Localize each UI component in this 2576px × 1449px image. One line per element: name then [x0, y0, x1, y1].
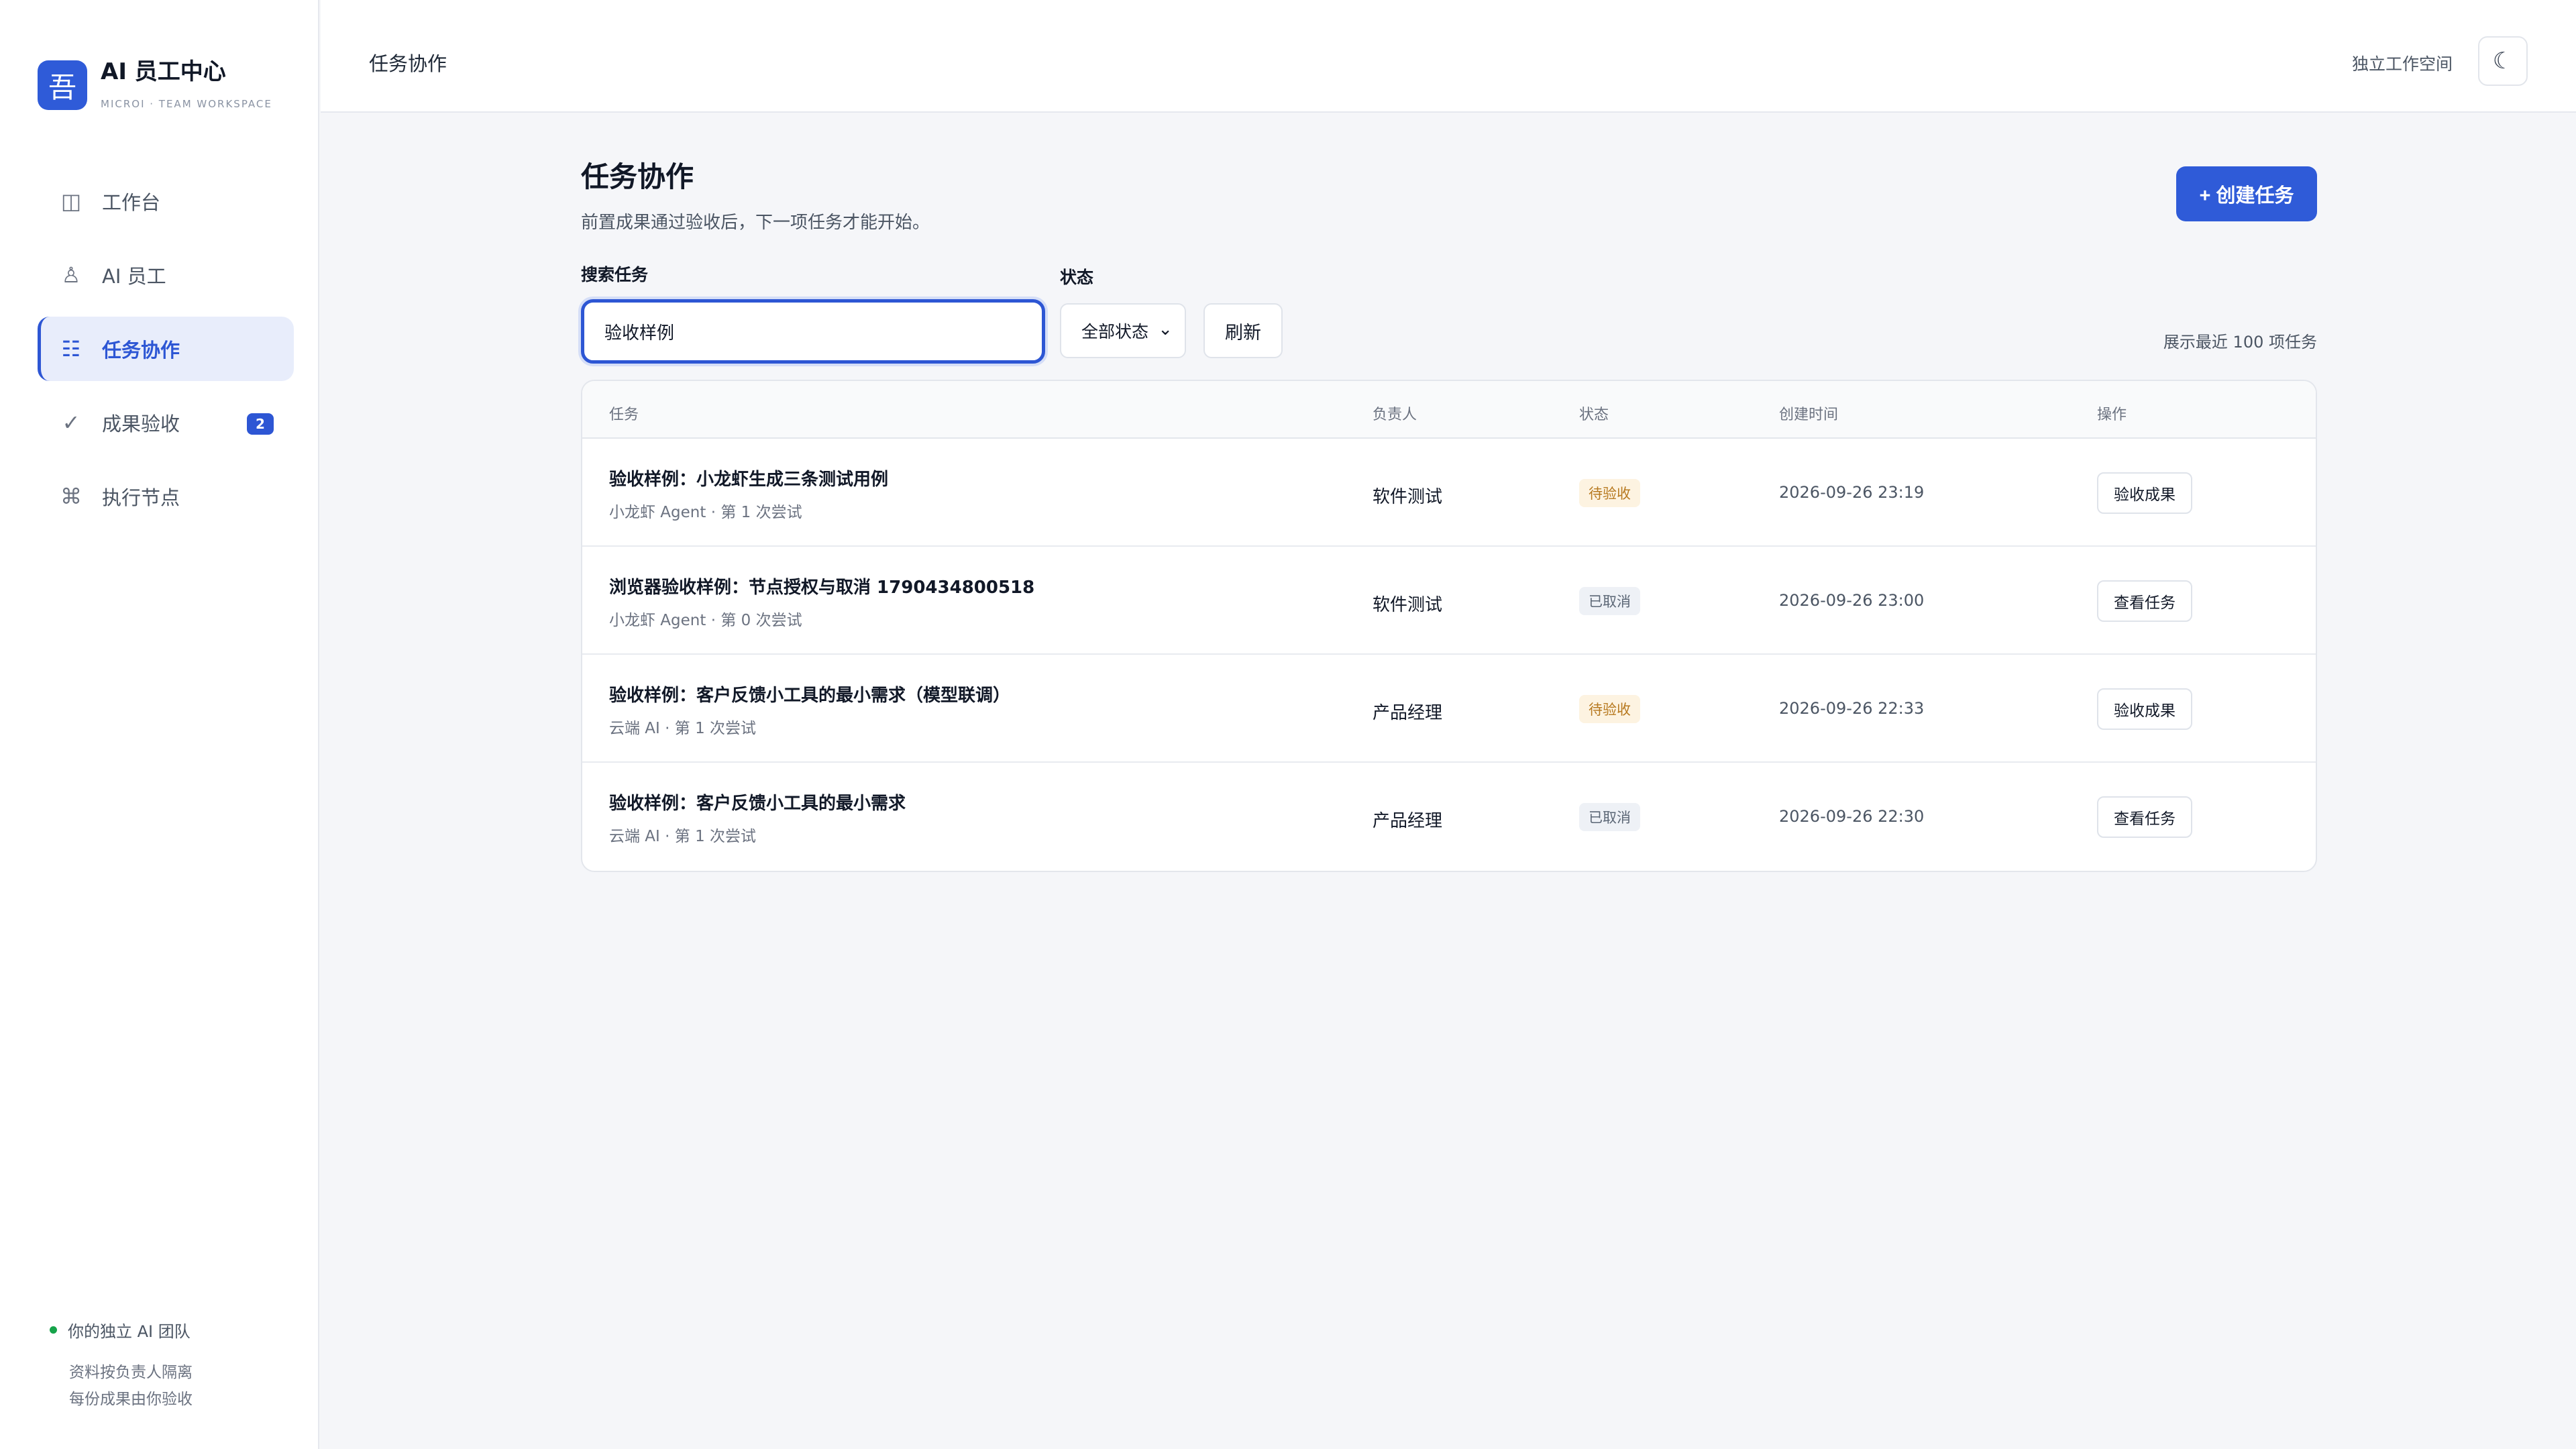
- status-select[interactable]: 全部状态 ⌄: [1060, 303, 1186, 358]
- table-header: 任务 负责人 状态 创建时间 操作: [582, 381, 2316, 439]
- sidebar-item-ai-staff[interactable]: ♙ AI 员工: [38, 243, 294, 307]
- brand-title: AI 员工中心: [101, 58, 226, 85]
- brand[interactable]: 吾 AI 员工中心 MICROI · TEAM WORKSPACE: [38, 60, 272, 110]
- workspace-label[interactable]: 独立工作空间: [2352, 51, 2453, 75]
- status-badge: 已取消: [1579, 803, 1640, 831]
- table-row[interactable]: 验收样例：小龙虾生成三条测试用例 小龙虾 Agent · 第 1 次尝试 软件测…: [582, 439, 2316, 547]
- task-owner: 软件测试: [1373, 595, 1443, 615]
- sidebar: 吾 AI 员工中心 MICROI · TEAM WORKSPACE ◫ 工作台 …: [0, 0, 319, 1449]
- check-icon: ✓: [62, 410, 80, 435]
- task-table: 任务 负责人 状态 创建时间 操作 验收样例：小龙虾生成三条测试用例 小龙虾 A…: [581, 380, 2317, 872]
- sidebar-item-acceptance[interactable]: ✓ 成果验收 2: [38, 390, 294, 455]
- list-icon: ☷: [61, 336, 81, 362]
- chevron-down-icon: ⌄: [1158, 319, 1173, 339]
- sidebar-item-dashboard[interactable]: ◫ 工作台: [38, 169, 294, 233]
- sidebar-nav: ◫ 工作台 ♙ AI 员工 ☷ 任务协作 ✓ 成果验收 2 ⌘ 执行节点: [38, 169, 294, 538]
- column-header-owner: 负责人: [1373, 407, 1417, 423]
- task-meta: 云端 AI · 第 1 次尝试: [609, 720, 757, 737]
- sidebar-item-label: 执行节点: [102, 486, 180, 509]
- task-meta: 云端 AI · 第 1 次尝试: [609, 828, 757, 845]
- sidebar-footer: 你的独立 AI 团队 资料按负责人隔离 每份成果由你验收: [50, 1318, 193, 1413]
- sidebar-item-label: 成果验收: [102, 413, 180, 435]
- layout-icon: ◫: [60, 189, 82, 214]
- filter-bar: 搜索任务 状态 验收样例 全部状态 ⌄ 刷新 展示最近 100 项任务: [581, 262, 2317, 364]
- task-meta: 小龙虾 Agent · 第 1 次尝试: [609, 504, 802, 521]
- task-title[interactable]: 浏览器验收样例：节点授权与取消 1790434800518: [609, 574, 1034, 598]
- column-header-action: 操作: [2097, 407, 2127, 423]
- brand-text: AI 员工中心 MICROI · TEAM WORKSPACE: [101, 60, 272, 110]
- page-title: 任务协作: [581, 160, 694, 193]
- task-count-note: 展示最近 100 项任务: [2163, 333, 2317, 352]
- column-header-created: 创建时间: [1779, 407, 1839, 423]
- search-label: 搜索任务: [581, 265, 649, 284]
- view-task-button[interactable]: 查看任务: [2097, 796, 2192, 838]
- person-icon: ♙: [61, 262, 81, 288]
- create-task-button[interactable]: + 创建任务: [2176, 166, 2317, 221]
- top-bar: 任务协作 独立工作空间 ☾: [321, 0, 2576, 113]
- task-title[interactable]: 验收样例：小龙虾生成三条测试用例: [609, 466, 888, 490]
- task-created-time: 2026-09-26 23:00: [1779, 591, 1925, 610]
- task-owner: 产品经理: [1373, 703, 1443, 723]
- task-created-time: 2026-09-26 23:19: [1779, 483, 1925, 502]
- status-select-value: 全部状态: [1081, 322, 1149, 341]
- sidebar-item-label: 任务协作: [102, 339, 180, 362]
- view-task-button[interactable]: 查看任务: [2097, 580, 2192, 622]
- table-row[interactable]: 验收样例：客户反馈小工具的最小需求（模型联调） 云端 AI · 第 1 次尝试 …: [582, 655, 2316, 763]
- moon-icon: ☾: [2492, 48, 2514, 74]
- main-content: 任务协作 前置成果通过验收后，下一项任务才能开始。 + 创建任务 搜索任务 状态…: [581, 154, 2317, 872]
- accept-result-button[interactable]: 验收成果: [2097, 472, 2192, 514]
- status-dot-icon: [50, 1326, 57, 1334]
- column-header-task: 任务: [609, 407, 639, 423]
- table-row[interactable]: 验收样例：客户反馈小工具的最小需求 云端 AI · 第 1 次尝试 产品经理 已…: [582, 763, 2316, 871]
- column-header-status: 状态: [1579, 407, 1609, 423]
- task-created-time: 2026-09-26 22:30: [1779, 807, 1925, 826]
- brand-subtitle: MICROI · TEAM WORKSPACE: [101, 98, 272, 110]
- sidebar-item-tasks[interactable]: ☷ 任务协作: [38, 317, 294, 381]
- task-title[interactable]: 验收样例：客户反馈小工具的最小需求（模型联调）: [609, 682, 1010, 706]
- task-title[interactable]: 验收样例：客户反馈小工具的最小需求: [609, 790, 906, 814]
- status-label: 状态: [1060, 268, 1094, 287]
- search-input[interactable]: 验收样例: [581, 299, 1045, 364]
- accept-result-button[interactable]: 验收成果: [2097, 688, 2192, 730]
- brand-logo-icon: 吾: [38, 60, 87, 110]
- task-meta: 小龙虾 Agent · 第 0 次尝试: [609, 612, 802, 629]
- sidebar-footer-line: 资料按负责人隔离: [69, 1364, 193, 1381]
- sidebar-item-label: 工作台: [102, 191, 161, 214]
- task-owner: 产品经理: [1373, 811, 1443, 831]
- sidebar-item-label: AI 员工: [102, 265, 166, 288]
- status-badge: 待验收: [1579, 695, 1640, 723]
- sidebar-footer-line: 每份成果由你验收: [69, 1391, 193, 1408]
- command-icon: ⌘: [60, 484, 82, 509]
- task-created-time: 2026-09-26 22:33: [1779, 699, 1925, 718]
- page-description: 前置成果通过验收后，下一项任务才能开始。: [581, 213, 930, 233]
- task-owner: 软件测试: [1373, 487, 1443, 507]
- header-title: 任务协作: [369, 52, 447, 75]
- acceptance-count-badge: 2: [247, 413, 274, 435]
- table-row[interactable]: 浏览器验收样例：节点授权与取消 1790434800518 小龙虾 Agent …: [582, 547, 2316, 655]
- refresh-button[interactable]: 刷新: [1203, 303, 1283, 358]
- status-badge: 待验收: [1579, 479, 1640, 507]
- status-badge: 已取消: [1579, 587, 1640, 615]
- sidebar-item-nodes[interactable]: ⌘ 执行节点: [38, 464, 294, 529]
- sidebar-footer-title: 你的独立 AI 团队: [68, 1322, 191, 1341]
- theme-toggle-button[interactable]: ☾: [2478, 36, 2528, 86]
